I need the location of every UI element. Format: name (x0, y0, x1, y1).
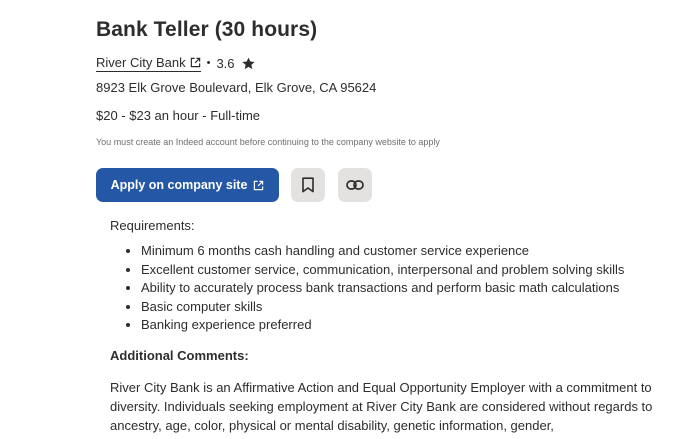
external-link-icon (254, 180, 264, 190)
requirements-label: Requirements: (110, 218, 195, 233)
company-rating: 3.6 (216, 55, 235, 71)
apply-on-company-site-button[interactable]: Apply on company site (96, 168, 279, 202)
external-link-icon (190, 57, 200, 67)
requirements-list: Minimum 6 months cash handling and custo… (110, 242, 690, 335)
list-item: Ability to accurately process bank trans… (141, 279, 690, 298)
link-icon (346, 180, 364, 190)
list-item: Banking experience preferred (141, 316, 690, 335)
job-salary: $20 - $23 an hour - Full-time (96, 108, 261, 123)
apply-button-label: Apply on company site (110, 178, 248, 192)
list-item: Basic computer skills (141, 298, 690, 317)
star-icon (241, 57, 255, 69)
job-description: Requirements: Minimum 6 months cash hand… (110, 218, 690, 435)
apply-notice: You must create an Indeed account before… (96, 137, 440, 147)
company-name: River City Bank (96, 54, 186, 70)
save-job-button[interactable] (291, 168, 325, 202)
additional-comments-heading: Additional Comments: (110, 347, 249, 363)
job-title: Bank Teller (30 hours) (96, 18, 318, 41)
separator-dot: • (206, 57, 211, 69)
job-location: 8923 Elk Grove Boulevard, Elk Grove, CA … (96, 80, 377, 95)
description-paragraph: River City Bank is an Affirmative Action… (110, 379, 653, 433)
list-item: Minimum 6 months cash handling and custo… (141, 242, 690, 261)
list-item: Excellent customer service, communicatio… (141, 261, 690, 280)
company-row: River City Bank • 3.6 (96, 53, 256, 73)
bookmark-icon (302, 177, 314, 193)
company-link[interactable]: River City Bank (96, 55, 201, 72)
copy-link-button[interactable] (338, 168, 372, 202)
